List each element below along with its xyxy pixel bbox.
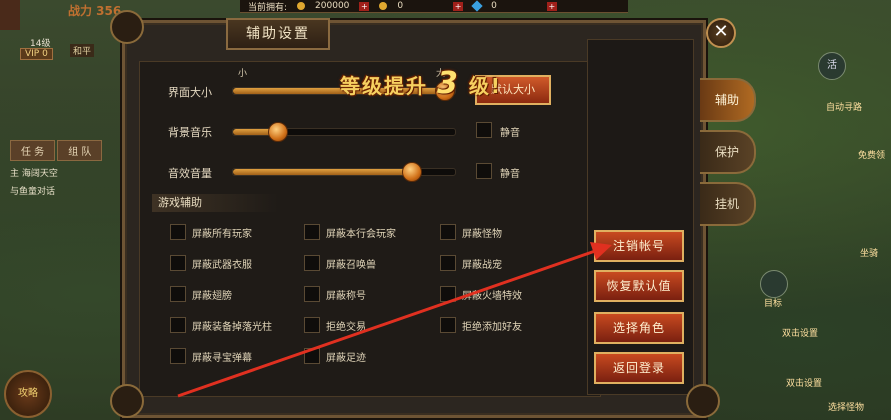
assist-checkbox[interactable]: [440, 317, 456, 333]
assist-checkbox[interactable]: [170, 317, 186, 333]
corner-ornament: [686, 384, 720, 418]
tab-autofight[interactable]: 挂机: [700, 182, 756, 226]
assist-checkbox-label: 屏蔽寻宝弹幕: [192, 353, 252, 364]
assist-checkbox-label: 屏蔽装备掉落光柱: [192, 322, 272, 333]
assist-checkbox-label: 屏蔽称号: [326, 291, 366, 302]
gem-amount: 0: [491, 1, 497, 11]
task-tabs: 任 务 组 队: [10, 140, 103, 161]
player-avatar[interactable]: [0, 0, 20, 30]
tab-team[interactable]: 组 队: [57, 140, 103, 161]
corner-ornament: [110, 10, 144, 44]
double-click-setting-label: 双击设置: [782, 329, 819, 339]
assist-checkbox-label: 屏蔽武器衣服: [192, 260, 252, 271]
add-gem-button[interactable]: +: [546, 1, 557, 11]
sfx-volume-slider-knob[interactable]: [401, 162, 422, 182]
bg-music-mute-checkbox[interactable]: [476, 122, 492, 138]
bg-music-label: 背景音乐: [168, 126, 212, 139]
assist-checkbox[interactable]: [170, 224, 186, 240]
mount-label[interactable]: 坐骑: [860, 246, 878, 259]
assist-checkbox-label: 屏蔽火墙特效: [462, 291, 522, 302]
vip-badge[interactable]: VIP 0: [20, 48, 53, 60]
owned-label: 当前拥有:: [248, 2, 288, 13]
guide-button[interactable]: 攻略: [4, 370, 52, 418]
game-assist-section-title: 游戏辅助: [152, 194, 278, 212]
tab-protect[interactable]: 保护: [700, 130, 756, 174]
currency-bar: 当前拥有: 200000 + 0 + 0 +: [240, 0, 628, 13]
target-label: 目标: [764, 299, 783, 309]
level-up-prefix: 等级提升: [340, 74, 428, 98]
level-up-banner: 等级提升 3 级!: [340, 66, 502, 101]
assist-checkbox[interactable]: [170, 348, 186, 364]
task-title[interactable]: 主 海阔天空: [10, 166, 58, 179]
assist-checkbox-label: 屏蔽足迹: [326, 353, 366, 364]
bg-music-slider[interactable]: [232, 122, 456, 142]
assist-checkbox[interactable]: [170, 286, 186, 302]
assist-checkbox[interactable]: [440, 286, 456, 302]
return-login-button[interactable]: 返回登录: [594, 352, 684, 384]
assist-checkbox[interactable]: [304, 348, 320, 364]
assist-checkbox-label: 屏蔽本行会玩家: [326, 229, 396, 240]
assist-checkbox-label: 拒绝添加好友: [462, 322, 522, 333]
level-up-number: 3: [436, 66, 460, 101]
assist-checkbox[interactable]: [440, 224, 456, 240]
tab-assist[interactable]: 辅助: [700, 78, 756, 122]
auto-path-label: 自动寻路: [826, 103, 863, 113]
ui-size-label: 界面大小: [168, 86, 212, 99]
assist-checkbox-label: 屏蔽所有玩家: [192, 229, 252, 240]
assist-checkbox[interactable]: [304, 286, 320, 302]
sfx-volume-slider-fill: [233, 169, 411, 175]
gold-coin-icon: [297, 2, 306, 10]
assist-checkbox-label: 屏蔽召唤兽: [326, 260, 376, 271]
ingot-icon: [379, 2, 388, 10]
double-click-setting-label-2: 双击设置: [786, 379, 823, 389]
add-gold-button[interactable]: +: [359, 1, 370, 11]
dialog-title: 辅助设置: [226, 18, 330, 50]
tab-task[interactable]: 任 务: [10, 140, 56, 161]
assist-checkbox[interactable]: [304, 317, 320, 333]
corner-ornament: [110, 384, 144, 418]
sfx-volume-slider[interactable]: [232, 162, 456, 182]
level-up-suffix: 级!: [468, 74, 502, 98]
ingot-amount: 0: [397, 1, 404, 11]
close-icon[interactable]: ✕: [706, 18, 736, 48]
assist-checkbox-label: 屏蔽战宠: [462, 260, 502, 271]
assist-checkbox[interactable]: [170, 255, 186, 271]
task-desc[interactable]: 与鱼童对话: [10, 184, 55, 197]
select-character-button[interactable]: 选择角色: [594, 312, 684, 344]
sfx-mute-checkbox[interactable]: [476, 163, 492, 179]
assist-checkbox[interactable]: [304, 224, 320, 240]
gem-icon: [471, 0, 483, 12]
activity-button[interactable]: 活: [818, 52, 846, 80]
free-claim-label[interactable]: 免费领: [858, 148, 885, 161]
add-ingot-button[interactable]: +: [453, 1, 464, 11]
logout-account-button[interactable]: 注销帐号: [594, 230, 684, 262]
sfx-mute-label: 静音: [500, 169, 520, 180]
assist-checkbox-label: 拒绝交易: [326, 322, 366, 333]
ui-size-min-label: 小: [238, 69, 248, 79]
assist-checkbox-label: 屏蔽翅膀: [192, 291, 232, 302]
sfx-volume-label: 音效音量: [168, 167, 212, 180]
assist-checkbox[interactable]: [440, 255, 456, 271]
restore-defaults-button[interactable]: 恢复默认值: [594, 270, 684, 302]
assist-checkbox[interactable]: [304, 255, 320, 271]
gold-amount: 200000: [315, 1, 350, 11]
select-monster-label[interactable]: 选择怪物: [828, 400, 864, 413]
pk-mode-button[interactable]: 和平: [70, 44, 95, 57]
target-button[interactable]: [760, 270, 788, 298]
assist-checkbox-label: 屏蔽怪物: [462, 229, 502, 240]
bg-music-mute-label: 静音: [500, 128, 520, 139]
